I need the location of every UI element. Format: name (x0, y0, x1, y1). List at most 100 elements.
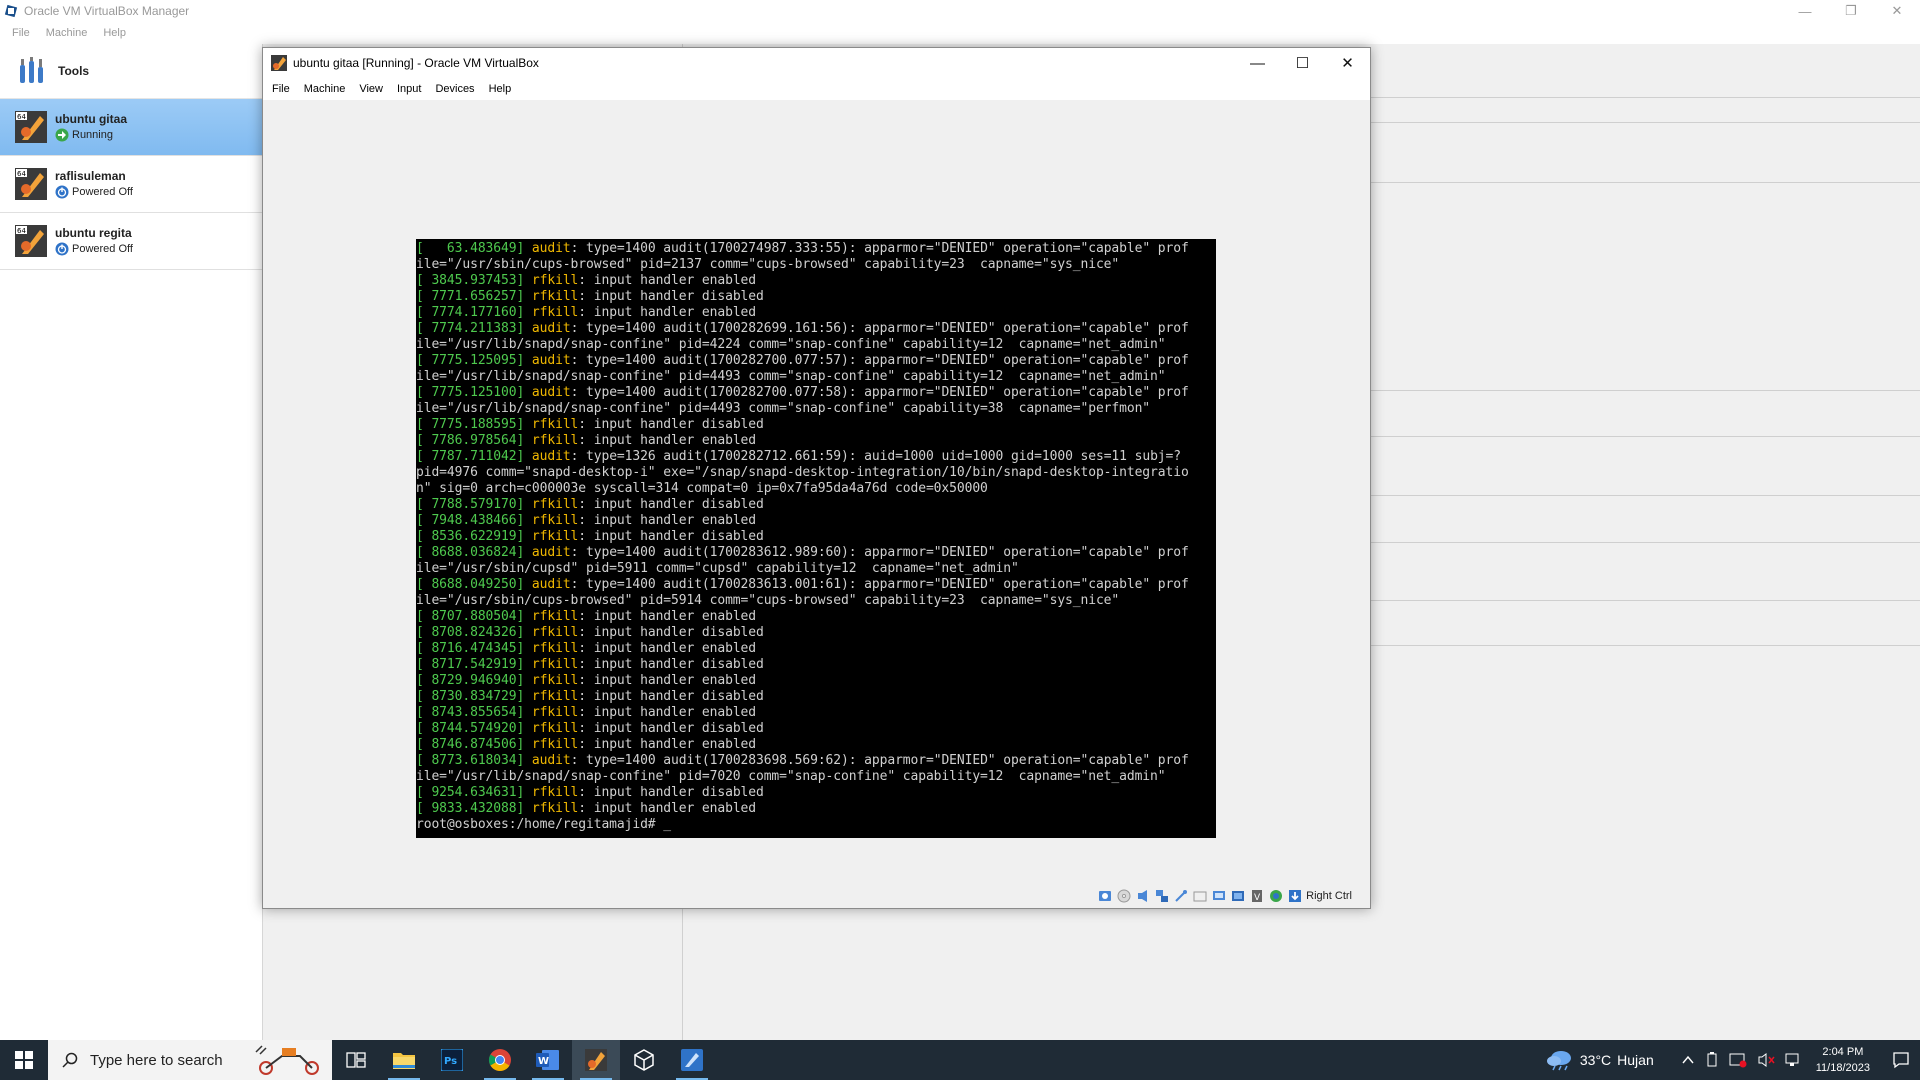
details-separator (1368, 495, 1920, 496)
search-highlight-illustration-icon (255, 1045, 319, 1075)
display-icon[interactable] (1212, 889, 1226, 903)
vm-menu-input[interactable]: Input (390, 83, 428, 95)
console-message: : input handler disabled (578, 625, 764, 640)
video-capture-icon[interactable] (1231, 889, 1245, 903)
console-subsystem-tag: rfkill (531, 689, 579, 704)
network-icon[interactable] (1155, 889, 1169, 903)
console-subsystem-tag: audit (531, 353, 571, 368)
usb-icon[interactable] (1174, 889, 1188, 903)
console-timestamp: [ 7787.711042] (416, 449, 525, 464)
file-explorer-icon (393, 1053, 415, 1069)
chevron-up-icon[interactable] (1681, 1053, 1695, 1067)
console-line: n" sig=0 arch=c000003e syscall=314 compa… (416, 481, 1216, 497)
console-message: : type=1400 audit(1700283612.989:60): ap… (570, 545, 1189, 560)
guest-additions-icon[interactable] (1269, 889, 1283, 903)
console-subsystem-tag: rfkill (531, 513, 579, 528)
console-line: [ 7787.711042] audit: type=1326 audit(17… (416, 449, 1216, 465)
console-subsystem-tag: audit (531, 321, 571, 336)
console-subsystem-tag: rfkill (531, 641, 579, 656)
vm-menu-devices[interactable]: Devices (428, 83, 481, 95)
taskbar-photoshop[interactable]: Ps (428, 1040, 476, 1080)
taskbar-virtualbox-manager[interactable] (668, 1040, 716, 1080)
console-message: : input handler disabled (578, 289, 764, 304)
console-line: [ 8536.622919] rfkill: input handler dis… (416, 529, 1216, 545)
svg-text:64: 64 (17, 170, 26, 178)
vm-item-ubuntu-regita[interactable]: 64 ubuntu regita Powered Off (0, 213, 262, 270)
volume-muted-icon[interactable] (1757, 1052, 1775, 1068)
console-timestamp: [ 7771.656257] (416, 289, 525, 304)
security-alert-icon[interactable] (1729, 1052, 1747, 1068)
vm-menu-help[interactable]: Help (482, 83, 519, 95)
console-timestamp: [ 8746.874506] (416, 737, 525, 752)
clock-date: 11/18/2023 (1815, 1062, 1870, 1074)
vm-minimize-button[interactable]: — (1235, 48, 1280, 78)
network-wired-icon[interactable] (1785, 1052, 1803, 1068)
manager-menu-machine[interactable]: Machine (42, 27, 92, 39)
hard-disk-icon[interactable] (1098, 889, 1112, 903)
taskbar-chrome[interactable] (476, 1040, 524, 1080)
console-line: [ 7788.579170] rfkill: input handler dis… (416, 497, 1216, 513)
console-timestamp: [ 8536.622919] (416, 529, 525, 544)
console-line: ile="/usr/sbin/cups-browsed" pid=5914 co… (416, 593, 1216, 609)
console-message: ile="/usr/sbin/cups-browsed" pid=2137 co… (416, 257, 1120, 272)
console-message: : type=1400 audit(1700282700.077:58): ap… (570, 385, 1189, 400)
console-message: : input handler enabled (578, 273, 757, 288)
vm-menu-file[interactable]: File (265, 83, 297, 95)
console-line: [ 8744.574920] rfkill: input handler dis… (416, 721, 1216, 737)
console-timestamp: [ 8744.574920] (416, 721, 525, 736)
manager-menu-help[interactable]: Help (99, 27, 130, 39)
console-line: [ 8730.834729] rfkill: input handler dis… (416, 689, 1216, 705)
photoshop-icon: Ps (441, 1049, 463, 1071)
taskbar-file-explorer[interactable] (380, 1040, 428, 1080)
vm-item-raflisuleman[interactable]: 64 raflisuleman Powered Off (0, 156, 262, 213)
vm-close-button[interactable]: ✕ (1325, 48, 1370, 78)
svg-text:64: 64 (17, 113, 26, 121)
console-timestamp: [ 8708.824326] (416, 625, 525, 640)
task-view-button[interactable] (332, 1040, 380, 1080)
vm-menu-machine[interactable]: Machine (297, 83, 353, 95)
manager-title: Oracle VM VirtualBox Manager (24, 4, 190, 18)
weather-description: Hujan (1617, 1052, 1654, 1068)
svg-text:V: V (1254, 893, 1261, 903)
vm-item-ubuntu-gitaa[interactable]: 64 ubuntu gitaa Running (0, 99, 262, 156)
manager-close-button[interactable]: ✕ (1874, 0, 1920, 22)
console-line: ile="/usr/lib/snapd/snap-confine" pid=42… (416, 337, 1216, 353)
console-line: [ 8708.824326] rfkill: input handler dis… (416, 625, 1216, 641)
vm-maximize-button[interactable]: ☐ (1280, 48, 1325, 78)
console-timestamp: [ 8730.834729] (416, 689, 525, 704)
console-line: [ 8717.542919] rfkill: input handler dis… (416, 657, 1216, 673)
weather-widget[interactable]: 33°C Hujan (1546, 1049, 1654, 1071)
tools-item[interactable]: Tools (0, 44, 262, 99)
console-line: [ 7948.438466] rfkill: input handler ena… (416, 513, 1216, 529)
console-message: : input handler enabled (578, 737, 757, 752)
mouse-integration-icon[interactable] (1288, 889, 1302, 903)
vm-title-bar[interactable]: ubuntu gitaa [Running] - Oracle VM Virtu… (263, 48, 1370, 78)
taskbar-virtualbox[interactable] (620, 1040, 668, 1080)
console-timestamp: [ 8743.855654] (416, 705, 525, 720)
optical-drive-icon[interactable] (1117, 889, 1131, 903)
shared-folders-icon[interactable] (1193, 889, 1207, 903)
taskbar-word[interactable]: W (524, 1040, 572, 1080)
console-message: : type=1400 audit(1700282699.161:56): ap… (570, 321, 1189, 336)
notification-center-button[interactable] (1882, 1051, 1920, 1069)
taskbar-clock[interactable]: 2:04 PM 11/18/2023 (1816, 1044, 1870, 1076)
vm-display-area[interactable]: [ 63.483649] audit: type=1400 audit(1700… (263, 100, 1370, 881)
vt-x-icon[interactable]: V (1250, 889, 1264, 903)
console-message: : input handler enabled (578, 433, 757, 448)
taskbar-search-box[interactable]: Type here to search (48, 1040, 332, 1080)
details-separator (1368, 600, 1920, 601)
start-button[interactable] (0, 1040, 48, 1080)
console-message: : type=1400 audit(1700282700.077:57): ap… (570, 353, 1189, 368)
host-key-label[interactable]: Right Ctrl (1306, 890, 1352, 902)
console-subsystem-tag: rfkill (531, 609, 579, 624)
guest-console[interactable]: [ 63.483649] audit: type=1400 audit(1700… (416, 239, 1216, 838)
manager-menu-file[interactable]: File (8, 27, 34, 39)
audio-icon[interactable] (1136, 889, 1150, 903)
taskbar-virtualbox-vm[interactable] (572, 1040, 620, 1080)
console-line: ile="/usr/lib/snapd/snap-confine" pid=44… (416, 369, 1216, 385)
manager-minimize-button[interactable]: — (1782, 0, 1828, 22)
manager-restore-button[interactable]: ❐ (1828, 0, 1874, 22)
running-arrow-icon (55, 128, 69, 142)
vm-menu-view[interactable]: View (352, 83, 390, 95)
battery-plug-icon[interactable] (1705, 1052, 1719, 1068)
